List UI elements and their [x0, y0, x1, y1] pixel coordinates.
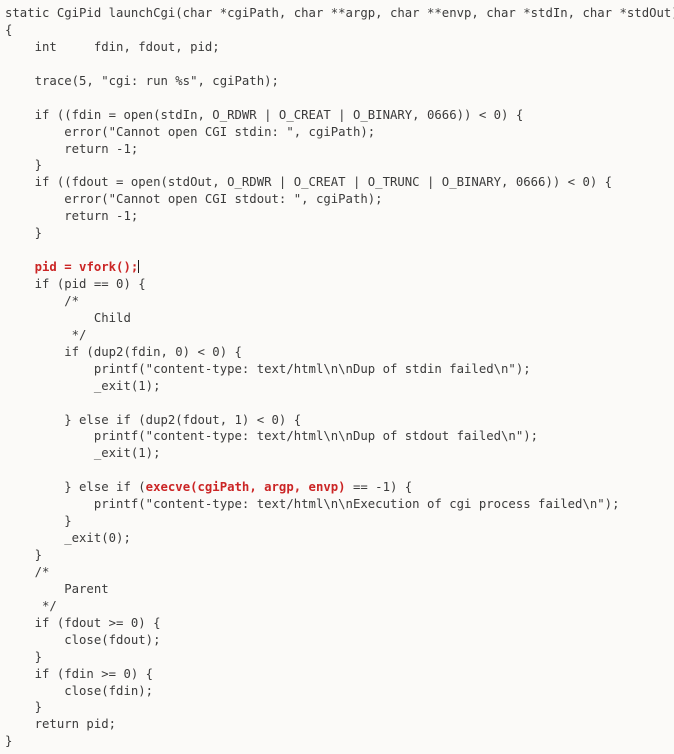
code-token: _exit(1); [5, 446, 161, 461]
code-line[interactable]: error("Cannot open CGI stdin: ", cgiPath… [5, 124, 674, 141]
code-line[interactable] [5, 56, 674, 73]
code-token: } [5, 649, 43, 664]
code-line[interactable]: } [5, 733, 674, 750]
code-token: _exit(1); [5, 378, 161, 393]
code-line[interactable]: } [5, 649, 674, 666]
code-line[interactable]: /* [5, 293, 674, 310]
code-line[interactable]: printf("content-type: text/html\n\nDup o… [5, 428, 674, 445]
code-line[interactable]: return -1; [5, 208, 674, 225]
code-token: if ((fdin = open(stdIn, O_RDWR | O_CREAT… [5, 107, 524, 122]
code-token: if (dup2(fdin, 0) < 0) { [5, 344, 242, 359]
text-cursor [137, 260, 139, 274]
code-line[interactable]: } [5, 699, 674, 716]
code-token: } [5, 514, 72, 529]
code-token: Child [5, 310, 131, 325]
code-token: } [5, 700, 43, 715]
code-line[interactable]: if (fdout >= 0) { [5, 615, 674, 632]
code-line[interactable]: } else if (execve(cgiPath, argp, envp) =… [5, 479, 674, 496]
code-line[interactable]: return -1; [5, 141, 674, 158]
highlighted-code-token: execve(cgiPath, argp, envp) [145, 480, 346, 495]
code-token: error("Cannot open CGI stdout: ", cgiPat… [5, 192, 383, 207]
code-token: printf("content-type: text/html\n\nDup o… [5, 361, 531, 376]
code-token: /* [5, 293, 80, 308]
code-line[interactable]: Child [5, 310, 674, 327]
code-token: printf("content-type: text/html\n\nExecu… [5, 497, 620, 512]
code-line[interactable]: trace(5, "cgi: run %s", cgiPath); [5, 73, 674, 90]
code-line[interactable]: if ((fdout = open(stdOut, O_RDWR | O_CRE… [5, 174, 674, 191]
code-line[interactable]: Parent [5, 581, 674, 598]
code-token: static CgiPid launchCgi(char *cgiPath, c… [5, 6, 674, 20]
code-line[interactable]: { [5, 22, 674, 39]
code-token: printf("content-type: text/html\n\nDup o… [5, 429, 539, 444]
code-token: } [5, 158, 43, 173]
code-line[interactable]: _exit(1); [5, 445, 674, 462]
code-token: == -1) { [345, 480, 413, 495]
code-line[interactable] [5, 90, 674, 107]
code-line[interactable]: } [5, 225, 674, 242]
code-line[interactable]: printf("content-type: text/html\n\nDup o… [5, 361, 674, 378]
code-token: int fdin, fdout, pid; [5, 39, 220, 54]
code-editor-surface[interactable]: static CgiPid launchCgi(char *cgiPath, c… [0, 0, 674, 754]
code-line[interactable]: /* [5, 564, 674, 581]
code-token: */ [5, 598, 57, 613]
code-token: if (fdin >= 0) { [5, 666, 154, 681]
code-token: if ((fdout = open(stdOut, O_RDWR | O_CRE… [5, 175, 613, 190]
code-token: if (pid == 0) { [5, 277, 146, 291]
code-token: */ [5, 327, 87, 342]
code-token: trace(5, "cgi: run %s", cgiPath); [5, 73, 279, 88]
code-line[interactable]: close(fdin); [5, 683, 674, 700]
code-line[interactable]: if (fdin >= 0) { [5, 666, 674, 683]
code-line[interactable]: close(fdout); [5, 632, 674, 649]
code-line[interactable]: error("Cannot open CGI stdout: ", cgiPat… [5, 191, 674, 208]
code-text-body[interactable]: static CgiPid launchCgi(char *cgiPath, c… [5, 5, 674, 750]
code-token: /* [5, 564, 50, 579]
code-line[interactable]: */ [5, 598, 674, 615]
code-line[interactable]: } [5, 513, 674, 530]
code-line[interactable]: } [5, 547, 674, 564]
code-line[interactable]: static CgiPid launchCgi(char *cgiPath, c… [5, 5, 674, 22]
code-line[interactable]: if (pid == 0) { [5, 276, 674, 293]
code-line[interactable]: int fdin, fdout, pid; [5, 39, 674, 56]
code-token: } [5, 734, 13, 749]
code-line[interactable]: if ((fdin = open(stdIn, O_RDWR | O_CREAT… [5, 107, 674, 124]
code-line[interactable]: */ [5, 327, 674, 344]
code-line[interactable] [5, 462, 674, 479]
code-line[interactable]: _exit(0); [5, 530, 674, 547]
code-line[interactable] [5, 395, 674, 412]
code-line[interactable]: return pid; [5, 716, 674, 733]
code-token: } [5, 226, 43, 241]
code-token: close(fdin); [5, 683, 154, 698]
code-line[interactable]: pid = vfork(); [5, 259, 674, 276]
code-token: { [5, 22, 13, 37]
code-token: _exit(0); [5, 531, 131, 546]
code-token: error("Cannot open CGI stdin: ", cgiPath… [5, 124, 376, 139]
code-line[interactable] [5, 242, 674, 259]
code-token: return pid; [5, 717, 117, 732]
code-token: Parent [5, 581, 109, 596]
code-token: close(fdout); [5, 632, 161, 647]
code-line[interactable]: } [5, 157, 674, 174]
code-token: } else if ( [5, 480, 146, 495]
code-token: } else if (dup2(fdout, 1) < 0) { [5, 412, 302, 427]
code-token: return -1; [5, 209, 139, 224]
code-token: if (fdout >= 0) { [5, 615, 161, 630]
code-line[interactable]: if (dup2(fdin, 0) < 0) { [5, 344, 674, 361]
code-token: return -1; [5, 141, 139, 156]
code-line[interactable]: _exit(1); [5, 378, 674, 395]
code-line[interactable]: } else if (dup2(fdout, 1) < 0) { [5, 412, 674, 429]
code-token: } [5, 548, 43, 562]
highlighted-code-token: pid = vfork(); [34, 260, 139, 275]
code-line[interactable]: printf("content-type: text/html\n\nExecu… [5, 496, 674, 513]
